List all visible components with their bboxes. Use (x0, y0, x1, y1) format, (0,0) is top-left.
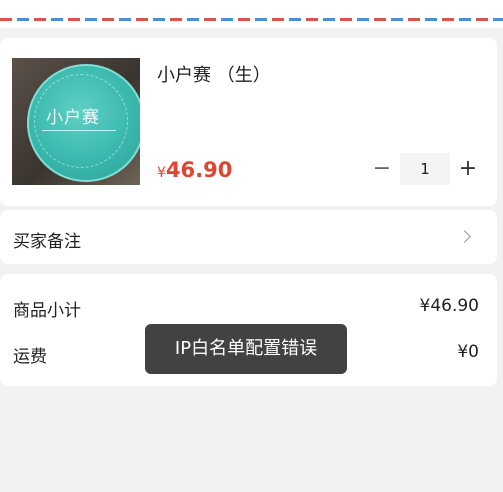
quantity-stepper: − 1 + (368, 153, 482, 185)
chevron-right-icon (458, 230, 471, 243)
quantity-value[interactable]: 1 (400, 153, 450, 185)
subtotal-label: 商品小计 (13, 301, 81, 321)
shipping-label: 运费 (13, 347, 47, 367)
buyer-note-row[interactable]: 买家备注 (0, 210, 497, 264)
tea-cake-label: 小户赛 (46, 108, 100, 128)
tea-cake-line (42, 130, 116, 131)
currency-symbol: ¥ (157, 165, 166, 181)
error-toast: IP白名单配置错误 (145, 324, 347, 374)
product-name: 小户赛 （生） (157, 65, 271, 86)
shipping-value: ¥0 (457, 342, 479, 362)
increase-button[interactable]: + (454, 153, 482, 185)
product-price: ¥46.90 (157, 158, 232, 182)
price-value: 46.90 (165, 158, 233, 182)
product-card: 小户赛 小户赛 （生） ¥46.90 − 1 + (0, 38, 497, 206)
decrease-button[interactable]: − (368, 153, 396, 185)
subtotal-value: ¥46.90 (419, 296, 479, 316)
buyer-note-label: 买家备注 (13, 232, 81, 252)
airmail-divider (0, 18, 503, 21)
product-image[interactable]: 小户赛 (12, 58, 140, 185)
header-strip (0, 0, 503, 28)
